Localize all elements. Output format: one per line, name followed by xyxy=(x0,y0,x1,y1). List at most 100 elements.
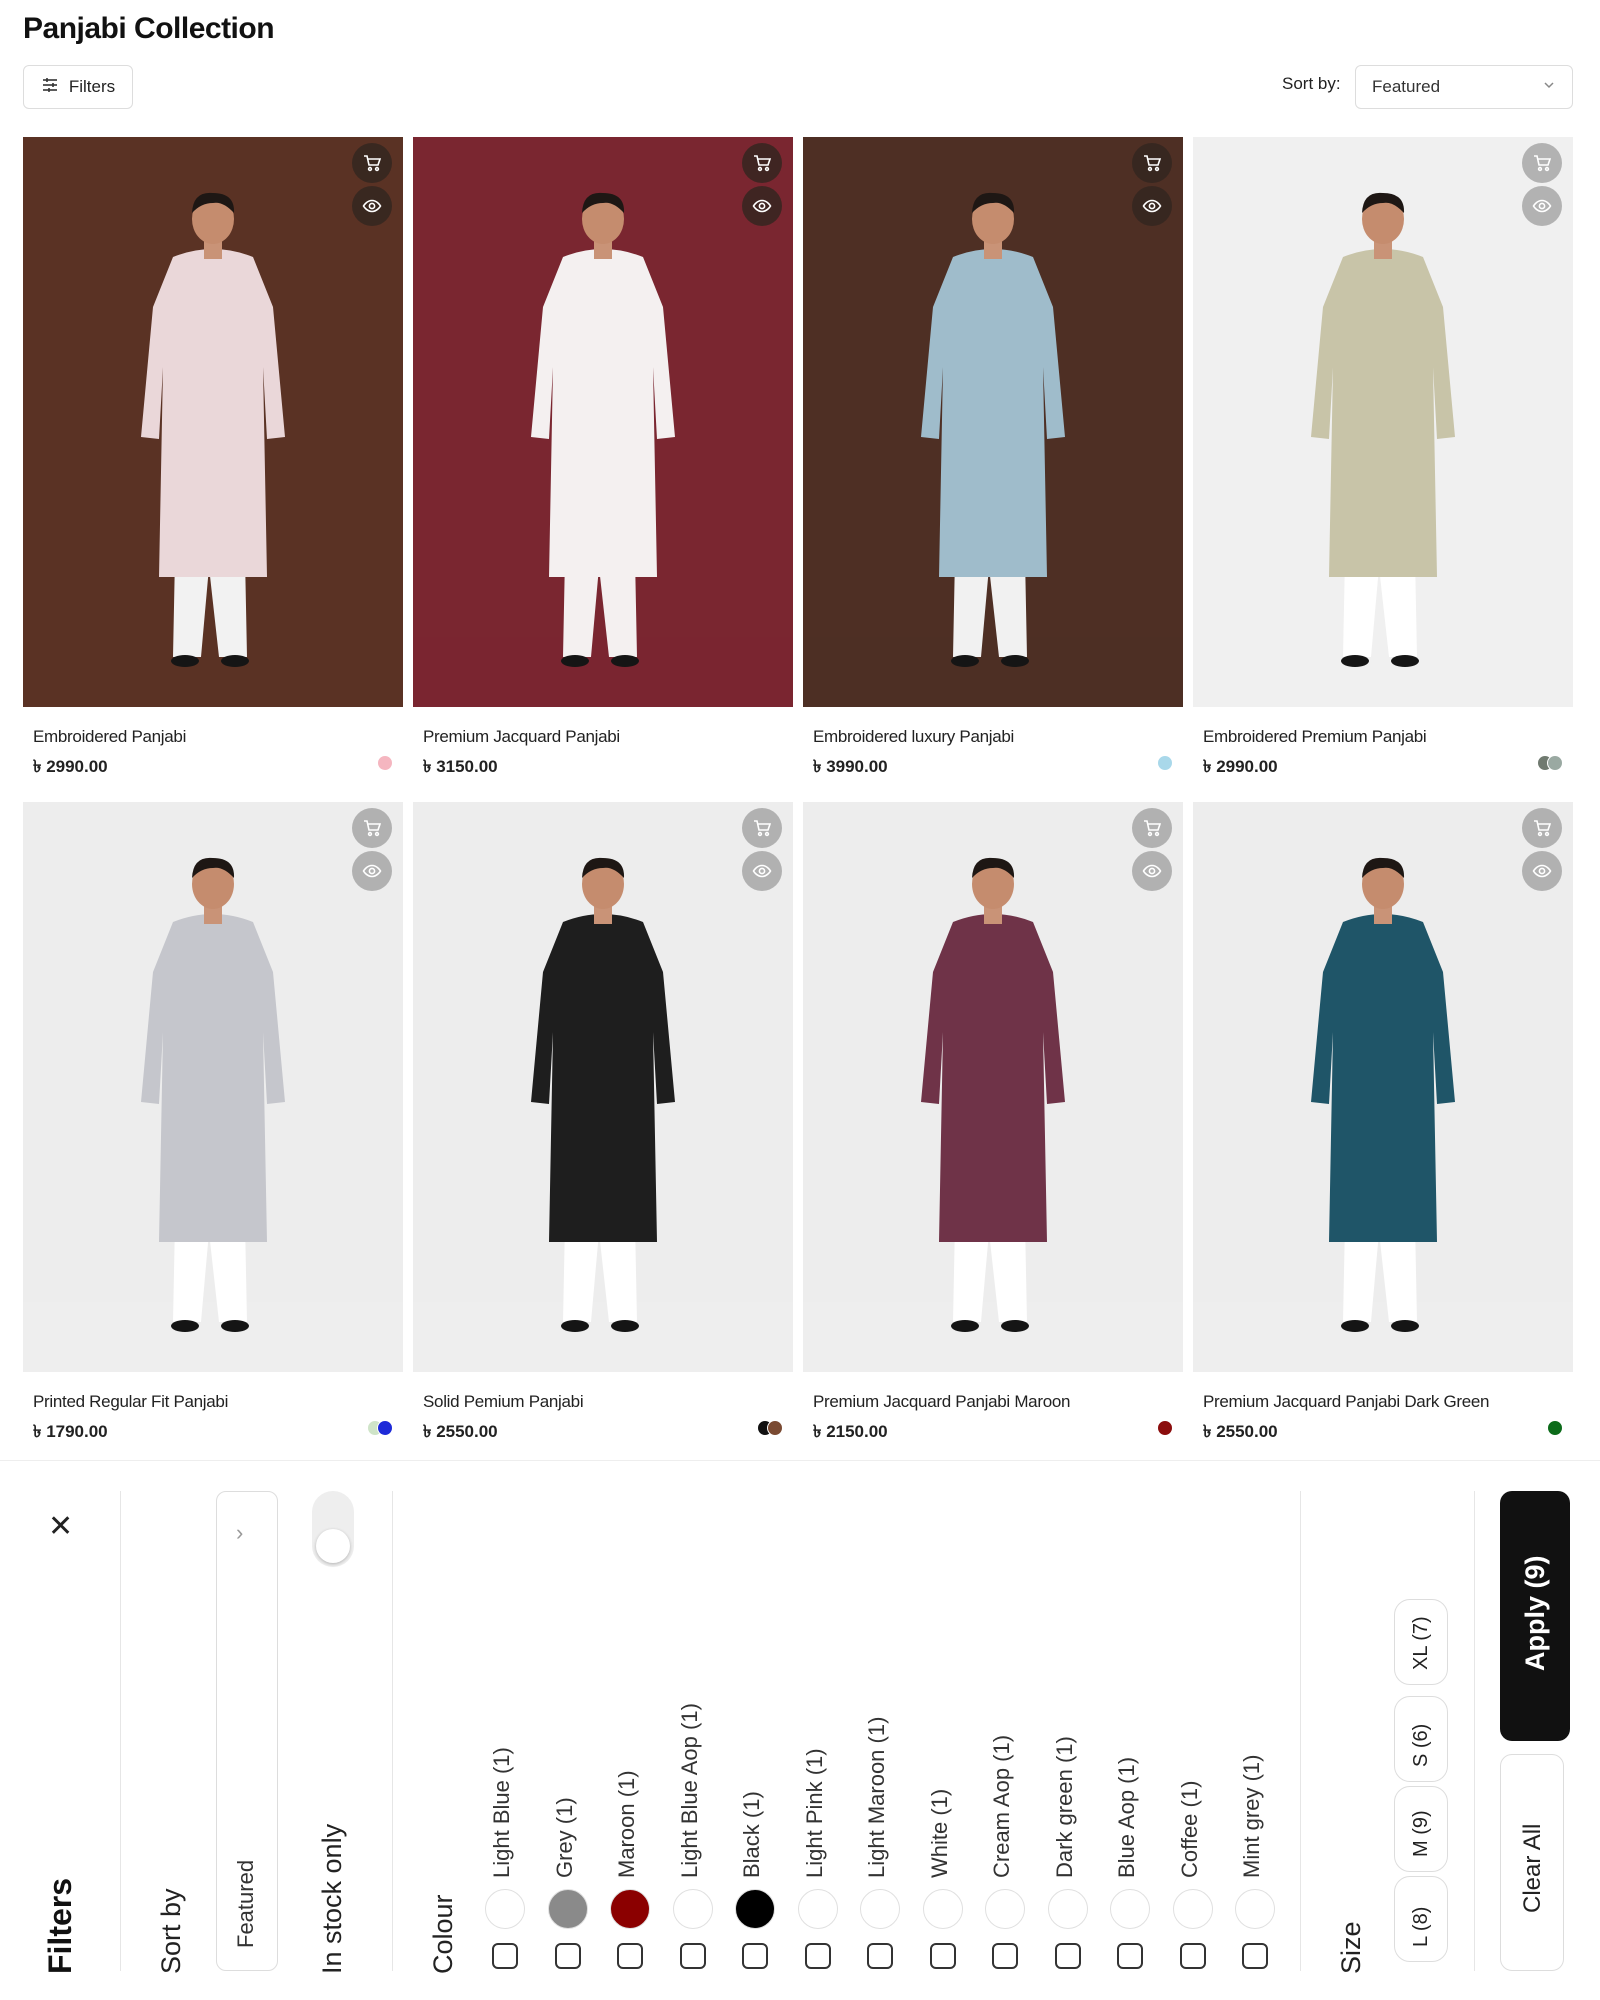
colour-swatch[interactable] xyxy=(1110,1889,1150,1929)
colour-swatch[interactable] xyxy=(377,755,393,771)
colour-checkbox[interactable] xyxy=(1179,1943,1206,1969)
colour-swatch[interactable] xyxy=(1235,1889,1275,1929)
colour-checkbox[interactable] xyxy=(1242,1943,1268,1969)
size-option[interactable]: M (9) xyxy=(1394,1786,1448,1872)
add-to-cart-icon[interactable] xyxy=(1522,143,1562,183)
filters-button[interactable]: Filters xyxy=(23,65,133,109)
colour-swatch[interactable] xyxy=(797,1889,838,1929)
sort-option-box[interactable]: › Featured xyxy=(216,1491,278,1971)
colour-option-label[interactable]: Maroon (1) xyxy=(614,1770,640,1878)
colour-swatch[interactable] xyxy=(1547,755,1563,771)
colour-checkbox[interactable] xyxy=(867,1943,893,1969)
quick-view-icon[interactable] xyxy=(1132,851,1172,891)
product-card[interactable]: Embroidered Panjabi ৳ 2990.00 xyxy=(23,137,403,777)
add-to-cart-icon[interactable] xyxy=(352,143,392,183)
colour-option-label[interactable]: Light Blue Aop (1) xyxy=(677,1703,703,1878)
colour-swatch[interactable] xyxy=(985,1889,1025,1929)
colour-option-label[interactable]: Black (1) xyxy=(739,1791,765,1878)
add-to-cart-icon[interactable] xyxy=(1522,808,1562,848)
add-to-cart-icon[interactable] xyxy=(1132,143,1172,183)
product-name[interactable]: Printed Regular Fit Panjabi xyxy=(33,1392,228,1412)
quick-view-icon[interactable] xyxy=(1132,186,1172,226)
filters-button-label: Filters xyxy=(68,77,116,96)
add-to-cart-icon[interactable] xyxy=(742,808,782,848)
product-name[interactable]: Premium Jacquard Panjabi xyxy=(423,727,620,747)
colour-checkbox[interactable] xyxy=(617,1943,643,1969)
colour-swatch[interactable] xyxy=(1172,1889,1213,1929)
colour-checkbox[interactable] xyxy=(929,1943,956,1969)
colour-checkbox[interactable] xyxy=(679,1943,706,1969)
quick-view-icon[interactable] xyxy=(742,851,782,891)
colour-swatch[interactable] xyxy=(672,1889,713,1929)
add-to-cart-icon[interactable] xyxy=(1132,808,1172,848)
add-to-cart-icon[interactable] xyxy=(352,808,392,848)
colour-swatch[interactable] xyxy=(1157,755,1173,771)
colour-option-label[interactable]: Coffee (1) xyxy=(1177,1781,1203,1878)
product-image[interactable] xyxy=(413,137,793,707)
colour-option-label[interactable]: Light Blue (1) xyxy=(489,1747,515,1878)
colour-swatch[interactable] xyxy=(922,1889,963,1929)
product-name[interactable]: Premium Jacquard Panjabi Dark Green xyxy=(1203,1392,1489,1412)
colour-checkbox[interactable] xyxy=(1117,1943,1143,1969)
colour-swatch[interactable] xyxy=(1047,1889,1088,1929)
colour-checkbox[interactable] xyxy=(492,1943,518,1969)
colour-option-label[interactable]: Cream Aop (1) xyxy=(989,1735,1015,1878)
size-option[interactable]: XL (7) xyxy=(1394,1599,1448,1685)
colour-swatch[interactable] xyxy=(547,1889,588,1929)
product-card[interactable]: Premium Jacquard Panjabi Maroon ৳ 2150.00 xyxy=(803,802,1183,1442)
product-image[interactable] xyxy=(23,802,403,1372)
product-card[interactable]: Solid Pemium Panjabi ৳ 2550.00 xyxy=(413,802,793,1442)
product-name[interactable]: Embroidered luxury Panjabi xyxy=(813,727,1014,747)
close-icon[interactable]: ✕ xyxy=(48,1509,73,1544)
colour-swatch[interactable] xyxy=(377,1420,393,1436)
colour-swatch[interactable] xyxy=(610,1889,650,1929)
in-stock-toggle[interactable] xyxy=(312,1491,354,1567)
colour-swatch[interactable] xyxy=(735,1889,775,1929)
colour-swatch[interactable] xyxy=(485,1889,525,1929)
colour-option-label[interactable]: Blue Aop (1) xyxy=(1114,1757,1140,1878)
colour-option-label[interactable]: Mint grey (1) xyxy=(1239,1755,1265,1878)
colour-checkbox[interactable] xyxy=(804,1943,831,1969)
size-option[interactable]: L (8) xyxy=(1394,1876,1448,1962)
product-name[interactable]: Embroidered Premium Panjabi xyxy=(1203,727,1427,747)
colour-swatch[interactable] xyxy=(1157,1420,1173,1436)
colour-checkbox[interactable] xyxy=(554,1943,581,1969)
colour-option-label[interactable]: Light Pink (1) xyxy=(802,1748,828,1878)
product-name[interactable]: Solid Pemium Panjabi xyxy=(423,1392,584,1412)
quick-view-icon[interactable] xyxy=(352,186,392,226)
colour-swatch[interactable] xyxy=(1547,1420,1563,1436)
size-option[interactable]: S (6) xyxy=(1394,1696,1448,1782)
quick-view-icon[interactable] xyxy=(352,851,392,891)
product-name[interactable]: Premium Jacquard Panjabi Maroon xyxy=(813,1392,1070,1412)
colour-option-label[interactable]: Dark green (1) xyxy=(1052,1736,1078,1878)
product-image[interactable] xyxy=(1193,137,1573,707)
product-card[interactable]: Premium Jacquard Panjabi Dark Green ৳ 255… xyxy=(1193,802,1573,1442)
product-image[interactable] xyxy=(413,802,793,1372)
colour-option-label[interactable]: White (1) xyxy=(927,1789,953,1878)
colour-swatch[interactable] xyxy=(767,1420,783,1436)
product-card[interactable]: Printed Regular Fit Panjabi ৳ 1790.00 xyxy=(23,802,403,1442)
product-card[interactable]: Premium Jacquard Panjabi ৳ 3150.00 xyxy=(413,137,793,777)
colour-checkbox[interactable] xyxy=(1054,1943,1081,1969)
product-card[interactable]: Embroidered Premium Panjabi ৳ 2990.00 xyxy=(1193,137,1573,777)
colour-checkbox[interactable] xyxy=(742,1943,768,1969)
apply-button[interactable]: Apply (9) xyxy=(1500,1491,1570,1741)
product-image[interactable] xyxy=(23,137,403,707)
product-image[interactable] xyxy=(803,802,1183,1372)
product-image[interactable] xyxy=(1193,802,1573,1372)
colour-checkbox[interactable] xyxy=(992,1943,1018,1969)
quick-view-icon[interactable] xyxy=(1522,851,1562,891)
colour-option-label[interactable]: Light Maroon (1) xyxy=(864,1717,890,1878)
product-name[interactable]: Embroidered Panjabi xyxy=(33,727,186,747)
product-card[interactable]: Embroidered luxury Panjabi ৳ 3990.00 xyxy=(803,137,1183,777)
quick-view-icon[interactable] xyxy=(742,186,782,226)
clear-all-button[interactable]: Clear All xyxy=(1500,1754,1564,1971)
add-to-cart-icon[interactable] xyxy=(742,143,782,183)
quick-view-icon[interactable] xyxy=(1522,186,1562,226)
colour-swatches xyxy=(367,1420,393,1436)
colour-section-title: Colour xyxy=(428,1894,458,1974)
sort-select[interactable]: Featured xyxy=(1355,65,1573,109)
colour-swatch[interactable] xyxy=(860,1889,900,1929)
product-image[interactable] xyxy=(803,137,1183,707)
colour-option-label[interactable]: Grey (1) xyxy=(552,1797,578,1878)
